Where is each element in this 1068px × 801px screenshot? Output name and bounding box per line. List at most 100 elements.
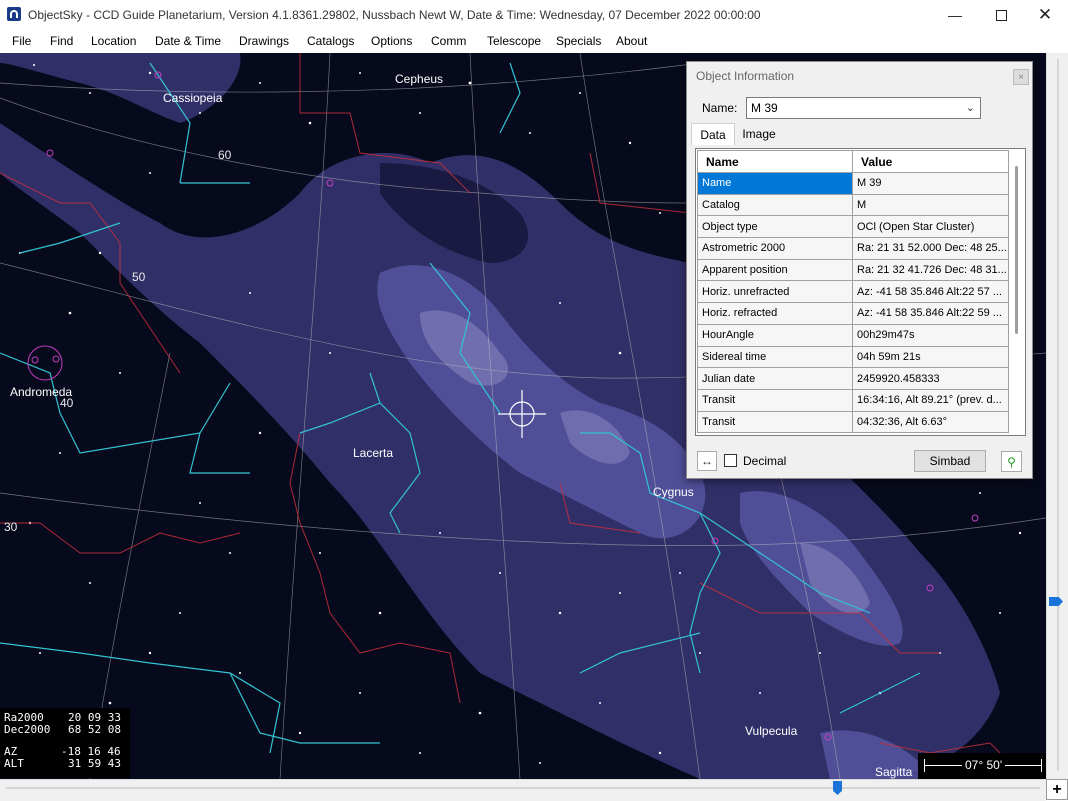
window-title: ObjectSky - CCD Guide Planetarium, Versi… xyxy=(28,8,761,22)
alt-value: 31 59 43 xyxy=(68,757,121,770)
grid-label-40: 40 xyxy=(60,396,74,410)
table-row[interactable]: Astrometric 2000 Ra: 21 31 52.000 Dec: 48… xyxy=(697,237,1009,260)
grid-scroll-thumb[interactable] xyxy=(1015,166,1018,334)
row-value-cell: Az: -41 58 35.846 Alt:22 57 ... xyxy=(852,280,1009,304)
menu-file[interactable]: File xyxy=(12,34,31,48)
menu-drawings[interactable]: Drawings xyxy=(239,34,289,48)
table-row[interactable]: Sidereal time 04h 59m 21s xyxy=(697,345,1009,369)
column-header-name[interactable]: Name xyxy=(697,150,853,173)
row-value-cell: M 39 xyxy=(852,172,1009,195)
row-value-cell: OCl (Open Star Cluster) xyxy=(852,215,1009,239)
collapse-icon: ↔ xyxy=(701,454,713,468)
vertical-scrollbar[interactable] xyxy=(1046,53,1068,779)
table-row[interactable]: Transit 16:34:16, Alt 89.21° (prev. d... xyxy=(697,388,1009,412)
tab-data[interactable]: Data xyxy=(691,123,735,145)
row-name-cell: Transit xyxy=(697,388,853,412)
menu-find[interactable]: Find xyxy=(50,34,73,48)
close-icon: × xyxy=(1018,71,1024,83)
pin-icon: ⚲ xyxy=(1007,454,1016,469)
menu-telescope[interactable]: Telescope xyxy=(487,34,541,48)
tab-image[interactable]: Image xyxy=(737,123,781,145)
menu-location[interactable]: Location xyxy=(91,34,136,48)
maximize-button[interactable] xyxy=(978,0,1024,30)
table-header: Name Value xyxy=(697,150,1009,173)
row-name-cell: HourAngle xyxy=(697,323,853,347)
table-row[interactable]: Name M 39 xyxy=(697,172,1009,195)
minimize-button[interactable]: — xyxy=(932,0,978,30)
menu-specials[interactable]: Specials xyxy=(556,34,601,48)
decimal-checkbox[interactable] xyxy=(724,454,737,467)
row-value-cell: 2459920.458333 xyxy=(852,367,1009,390)
horizontal-scrollbar[interactable] xyxy=(0,779,1046,801)
label-sagitta: Sagitta xyxy=(875,765,913,779)
minimize-icon: — xyxy=(948,7,962,23)
table-row[interactable]: Julian date 2459920.458333 xyxy=(697,367,1009,390)
label-vulpecula: Vulpecula xyxy=(745,724,798,738)
pin-button[interactable]: ⚲ xyxy=(1001,451,1022,472)
maximize-icon xyxy=(995,9,1007,21)
table-row[interactable]: Horiz. refracted Az: -41 58 35.846 Alt:22… xyxy=(697,302,1009,325)
simbad-button[interactable]: Simbad xyxy=(914,450,986,472)
row-name-cell: Horiz. refracted xyxy=(697,302,853,325)
object-data-grid: Name Value Name M 39 Catalog M Object type… xyxy=(695,148,1026,436)
app-icon xyxy=(7,7,21,21)
zoom-in-button[interactable]: + xyxy=(1046,779,1068,800)
column-header-value[interactable]: Value xyxy=(852,150,1009,173)
horizontal-scroll-thumb[interactable] xyxy=(833,781,842,795)
object-name-value: M 39 xyxy=(751,101,778,115)
row-name-cell: Horiz. unrefracted xyxy=(697,280,853,304)
title-bar: ObjectSky - CCD Guide Planetarium, Versi… xyxy=(0,0,1068,30)
row-name-cell: Julian date xyxy=(697,367,853,390)
menu-bar: File Find Location Date & Time Drawings … xyxy=(0,30,1068,52)
decimal-label: Decimal xyxy=(743,454,787,468)
grid-label-60: 60 xyxy=(218,148,232,162)
grid-scrollbar[interactable] xyxy=(1010,150,1024,434)
coordinates-readout: Ra2000 20 09 33 Dec2000 68 52 08 AZ -18 … xyxy=(0,708,130,778)
scale-tick-left xyxy=(924,759,925,772)
field-scale: 07° 50' xyxy=(918,753,1046,779)
object-data-table: Name Value Name M 39 Catalog M Object type… xyxy=(697,150,1009,434)
menu-date-time[interactable]: Date & Time xyxy=(155,34,221,48)
vertical-scroll-thumb[interactable] xyxy=(1049,597,1063,606)
table-row[interactable]: Apparent position Ra: 21 32 41.726 Dec: 4… xyxy=(697,258,1009,282)
object-name-select[interactable]: M 39 ⌄ xyxy=(746,97,981,119)
label-cepheus: Cepheus xyxy=(395,72,444,86)
collapse-button[interactable]: ↔ xyxy=(697,451,717,471)
row-value-cell: M xyxy=(852,193,1009,217)
row-value-cell: 04h 59m 21s xyxy=(852,345,1009,369)
dialog-close-button[interactable]: × xyxy=(1013,69,1029,85)
dialog-title: Object Information xyxy=(696,69,795,83)
row-value-cell: Ra: 21 32 41.726 Dec: 48 31... xyxy=(852,258,1009,282)
vertical-scroll-track xyxy=(1057,59,1059,771)
row-value-cell: 04:32:36, Alt 6.63° xyxy=(852,410,1009,434)
row-name-cell: Apparent position xyxy=(697,258,853,282)
row-name-cell: Object type xyxy=(697,215,853,239)
menu-catalogs[interactable]: Catalogs xyxy=(307,34,354,48)
scale-tick-right xyxy=(1041,759,1042,772)
row-name-cell: Sidereal time xyxy=(697,345,853,369)
row-name-cell: Catalog xyxy=(697,193,853,217)
table-row[interactable]: Transit 04:32:36, Alt 6.63° xyxy=(697,410,1009,434)
table-row[interactable]: HourAngle 00h29m47s xyxy=(697,323,1009,347)
table-row[interactable]: Catalog M xyxy=(697,193,1009,217)
alt-label: ALT xyxy=(4,757,24,770)
row-name-cell: Transit xyxy=(697,410,853,434)
name-label: Name: xyxy=(702,101,738,115)
menu-about[interactable]: About xyxy=(616,34,647,48)
table-row[interactable]: Object type OCl (Open Star Cluster) xyxy=(697,215,1009,239)
horizontal-scroll-track xyxy=(6,787,1040,789)
row-value-cell: Az: -41 58 35.846 Alt:22 59 ... xyxy=(852,302,1009,325)
table-row[interactable]: Horiz. unrefracted Az: -41 58 35.846 Alt:… xyxy=(697,280,1009,304)
grid-label-30: 30 xyxy=(4,520,18,534)
row-value-cell: 00h29m47s xyxy=(852,323,1009,347)
menu-comm[interactable]: Comm xyxy=(431,34,466,48)
label-cygnus: Cygnus xyxy=(653,485,694,499)
menu-options[interactable]: Options xyxy=(371,34,412,48)
label-cassiopeia: Cassiopeia xyxy=(163,91,223,105)
grid-label-50: 50 xyxy=(132,270,146,284)
dec-label: Dec2000 xyxy=(4,723,51,736)
close-icon: ✕ xyxy=(1037,5,1053,24)
row-name-cell: Name xyxy=(697,172,853,195)
label-lacerta: Lacerta xyxy=(353,446,394,460)
close-button[interactable]: ✕ xyxy=(1022,0,1068,30)
